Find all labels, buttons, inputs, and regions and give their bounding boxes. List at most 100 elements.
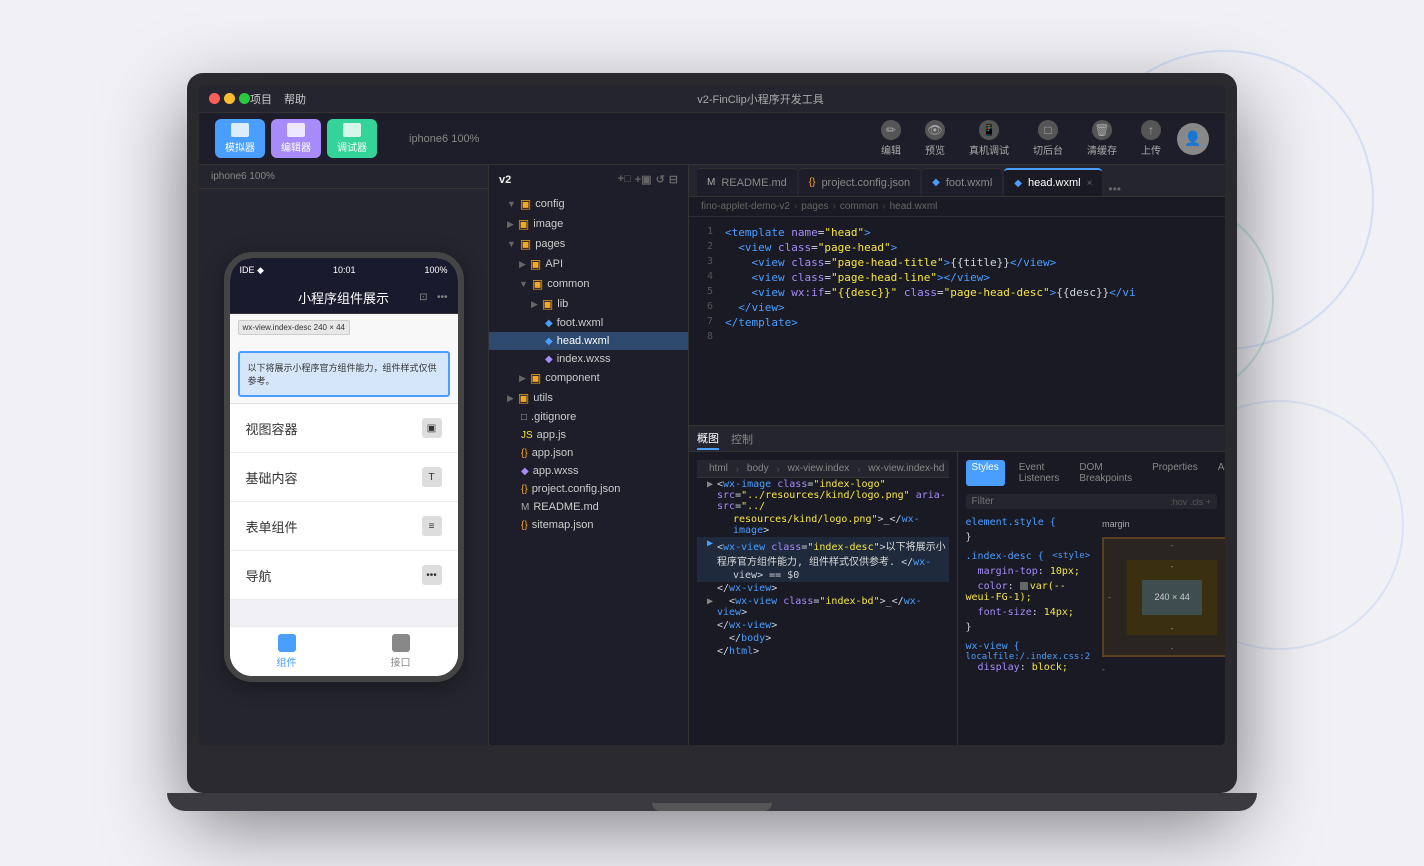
tree-item-sitemap[interactable]: {} sitemap.json (489, 516, 688, 534)
background-action[interactable]: □ 切后台 (1025, 116, 1071, 161)
styles-inspector-panel: Styles Event Listeners DOM Breakpoints P… (957, 452, 1226, 745)
user-avatar[interactable]: 👤 (1177, 123, 1209, 155)
styles-tab-accessibility[interactable]: Accessibility (1212, 460, 1225, 486)
clear-cache-action[interactable]: 🗑 清缓存 (1079, 116, 1125, 161)
debugger-button[interactable]: 调试器 (327, 119, 377, 158)
menu-icon-2: T (422, 467, 442, 487)
upload-action[interactable]: ↑ 上传 (1133, 116, 1169, 161)
phone-menu-item-4[interactable]: 导航 ••• (230, 551, 458, 600)
css-link-style[interactable]: <style> (1052, 551, 1090, 561)
edit-action[interactable]: ✏ 编辑 (873, 116, 909, 161)
phone-menu-item-1[interactable]: 视图容器 ▣ (230, 404, 458, 453)
styles-tab-styles[interactable]: Styles (966, 460, 1005, 486)
box-h-label: - (1102, 665, 1105, 674)
tree-item-gitignore[interactable]: □ .gitignore (489, 408, 688, 426)
file-tree-header: v2 +□ +▣ ↺ ⊟ (489, 165, 688, 194)
css-link-localfile[interactable]: localfile:/.index.css:2 (966, 652, 1091, 662)
sel-html[interactable]: html (705, 462, 732, 475)
preview-action[interactable]: 👁 预览 (917, 116, 953, 161)
phone-menu-item-3[interactable]: 表单组件 ≡ (230, 502, 458, 551)
phone-tab-api[interactable]: 接口 (344, 634, 458, 669)
breadcrumb-sep-2: › (833, 201, 836, 212)
refresh-button[interactable]: ↺ (656, 173, 665, 186)
real-device-action[interactable]: 📱 真机调试 (961, 116, 1017, 161)
breadcrumb-sep-3: › (882, 201, 885, 212)
simulator-button[interactable]: 模拟器 (215, 119, 265, 158)
tree-item-pages[interactable]: ▣ pages (489, 234, 688, 254)
minimize-button[interactable] (224, 93, 235, 104)
tree-item-api[interactable]: ▣ API (489, 254, 688, 274)
phone-menu-item-2[interactable]: 基础内容 T (230, 453, 458, 502)
tree-item-config[interactable]: ▣ config (489, 194, 688, 214)
status-left: IDE ◆ (240, 265, 264, 276)
phone-frame: IDE ◆ 10:01 100% 小程序组件展示 ⊡ ••• (224, 252, 464, 682)
tab-project-config[interactable]: {} project.config.json (799, 168, 920, 196)
tab-foot-wxml[interactable]: ◆ foot.wxml (922, 168, 1002, 196)
styles-tab-properties[interactable]: Properties (1146, 460, 1204, 486)
folder-icon-image: ▣ (518, 217, 529, 231)
sel-body[interactable]: body (743, 462, 773, 475)
file-icon-project-config: {} (521, 484, 528, 495)
real-device-icon: 📱 (979, 120, 999, 140)
tab-icon-project: {} (809, 177, 816, 188)
css-rule-wx-view: wx-view { localfile:/.index.css:2 (966, 639, 1091, 654)
tree-item-index-wxss[interactable]: ◆ index.wxss (489, 350, 688, 368)
menu-item-help[interactable]: 帮助 (284, 91, 306, 107)
tree-item-app-json[interactable]: {} app.json (489, 444, 688, 462)
new-folder-button[interactable]: +▣ (635, 173, 652, 186)
menu-item-project[interactable]: 项目 (250, 91, 272, 107)
tab-label-foot: foot.wxml (946, 177, 992, 189)
styles-tab-event-listeners[interactable]: Event Listeners (1013, 460, 1066, 486)
tree-item-app-js[interactable]: JS app.js (489, 426, 688, 444)
styles-tab-dom-breakpoints[interactable]: DOM Breakpoints (1073, 460, 1138, 486)
sel-wx-view-index-hd[interactable]: wx-view.index-hd (864, 462, 948, 475)
tabs-more-button[interactable]: ••• (1108, 182, 1121, 196)
tree-item-readme[interactable]: M README.md (489, 498, 688, 516)
chevron-component (519, 373, 526, 384)
tree-item-head-wxml[interactable]: ◆ head.wxml (489, 332, 688, 350)
tree-item-app-wxss[interactable]: ◆ app.wxss (489, 462, 688, 480)
collapse-button[interactable]: ⊟ (669, 173, 678, 186)
tree-item-image[interactable]: ▣ image (489, 214, 688, 234)
tab-close-head[interactable]: × (1087, 178, 1093, 189)
styles-content: element.style { } .index-desc { (966, 515, 1218, 678)
maximize-button[interactable] (239, 93, 250, 104)
file-icon-sitemap: {} (521, 520, 528, 531)
tree-label-lib: lib (557, 298, 568, 310)
tab-readme[interactable]: M README.md (697, 168, 797, 196)
tab-label-project: project.config.json (821, 177, 910, 189)
bottom-panel-tabs: 概图 控制 (689, 426, 1225, 452)
phone-app-title: 小程序组件展示 (298, 288, 389, 307)
editor-button[interactable]: 编辑器 (271, 119, 321, 158)
html-preview-panel: html › body › wx-view.index › wx-view.in… (689, 452, 957, 745)
code-line-5: 5 <view wx:if="{{desc}}" class="page-hea… (689, 285, 1225, 300)
status-time: 10:01 (333, 265, 356, 275)
bottom-tab-overview[interactable]: 概图 (697, 428, 719, 450)
sel-wx-view-index[interactable]: wx-view.index (784, 462, 854, 475)
chevron-lib (531, 299, 538, 310)
tree-item-component[interactable]: ▣ component (489, 368, 688, 388)
new-file-button[interactable]: +□ (618, 173, 631, 186)
phone-expand-icon[interactable]: ⊡ (419, 292, 427, 303)
tree-item-common[interactable]: ▣ common (489, 274, 688, 294)
phone-bottom-tabs: 组件 接口 (230, 626, 458, 676)
tree-label-head-wxml: head.wxml (557, 335, 610, 347)
filter-input[interactable] (972, 496, 1165, 507)
tree-item-utils[interactable]: ▣ utils (489, 388, 688, 408)
phone-tab-component[interactable]: 组件 (230, 634, 344, 669)
code-area: 1 <template name="head"> 2 <view class="… (689, 217, 1225, 425)
selected-element-preview: 以下将展示小程序官方组件能力，组件样式仅供参考。 (238, 351, 450, 397)
tree-label-sitemap: sitemap.json (532, 519, 594, 531)
tree-item-foot-wxml[interactable]: ◆ foot.wxml (489, 314, 688, 332)
folder-icon-utils: ▣ (518, 391, 529, 405)
html-code-view: ▶ <wx-image class="index-logo" src="../r… (697, 478, 949, 658)
folder-icon-component: ▣ (530, 371, 541, 385)
phone-menu-icon[interactable]: ••• (437, 292, 448, 303)
tree-item-lib[interactable]: ▣ lib (489, 294, 688, 314)
html-line-2: resources/kind/logo.png">_</wx-image> (697, 513, 949, 537)
bottom-tab-control[interactable]: 控制 (731, 429, 753, 449)
tree-item-project-config[interactable]: {} project.config.json (489, 480, 688, 498)
tab-head-wxml[interactable]: ◆ head.wxml × (1004, 168, 1102, 196)
close-button[interactable] (209, 93, 220, 104)
code-editor[interactable]: 1 <template name="head"> 2 <view class="… (689, 217, 1225, 425)
